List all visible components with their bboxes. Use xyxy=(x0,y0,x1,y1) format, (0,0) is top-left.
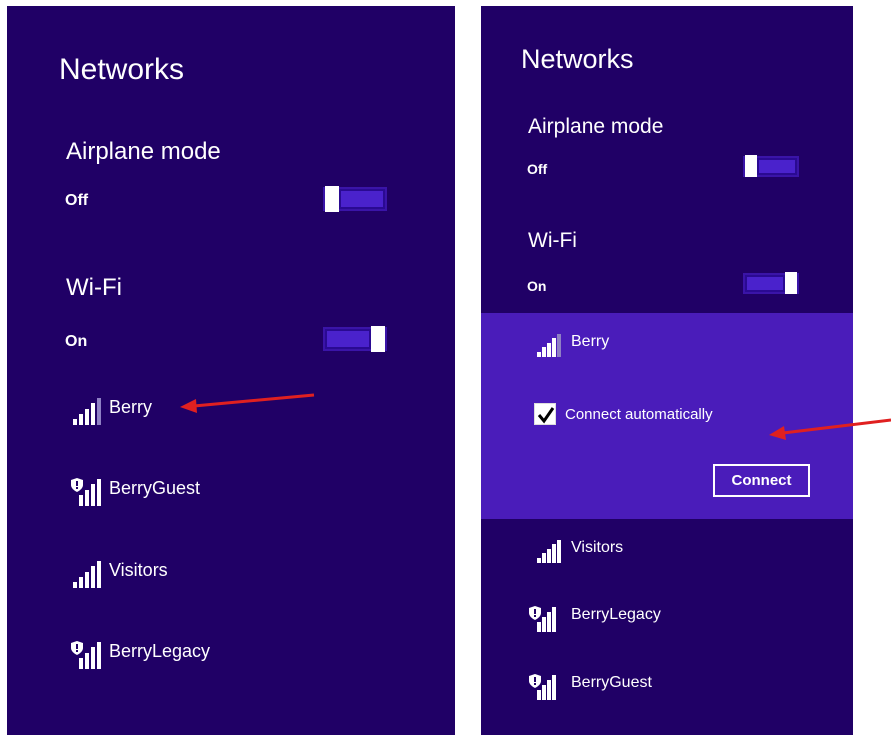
wifi-state: On xyxy=(65,333,88,350)
network-item-berrylegacy[interactable]: BerryLegacy xyxy=(71,641,210,669)
airplane-mode-label: Airplane mode xyxy=(66,138,221,165)
shield-warning-icon xyxy=(529,606,541,620)
airplane-mode-toggle[interactable] xyxy=(323,186,387,212)
connect-automatically-label: Connect automatically xyxy=(565,405,713,423)
airplane-mode-state: Off xyxy=(65,192,89,209)
toggle-thumb xyxy=(371,326,385,352)
network-item-berryguest[interactable]: BerryGuest xyxy=(71,478,200,506)
toggle-track xyxy=(327,331,369,347)
panel-title: Networks xyxy=(521,44,634,74)
wifi-signal-icon xyxy=(535,539,571,563)
checkmark-icon xyxy=(537,407,555,424)
connect-button[interactable]: Connect xyxy=(713,464,810,497)
networks-panel-left: Networks Airplane mode Off Wi-Fi On Berr… xyxy=(7,6,455,735)
wifi-state: On xyxy=(527,278,547,294)
wifi-label: Wi-Fi xyxy=(528,229,577,252)
network-item-berryguest[interactable]: BerryGuest xyxy=(529,674,652,700)
screenshot-stage: Networks Airplane mode Off Wi-Fi On Berr… xyxy=(0,0,891,735)
network-name: BerryGuest xyxy=(571,674,652,691)
wifi-signal-icon xyxy=(535,333,571,357)
network-name: BerryLegacy xyxy=(109,641,211,661)
network-item-berry[interactable]: Berry xyxy=(535,333,609,357)
toggle-thumb xyxy=(745,155,757,177)
panel-title: Networks xyxy=(59,53,185,86)
wifi-signal-icon xyxy=(71,560,109,588)
selected-network-panel[interactable]: Berry Connect automatically Connect xyxy=(481,313,853,519)
toggle-track xyxy=(341,191,383,207)
network-name: Visitors xyxy=(571,539,624,556)
network-name: Berry xyxy=(571,333,610,350)
network-name: BerryGuest xyxy=(109,478,201,498)
wifi-toggle[interactable] xyxy=(323,326,387,352)
network-name: Berry xyxy=(109,397,153,417)
network-item-visitors[interactable]: Visitors xyxy=(535,539,623,563)
airplane-mode-toggle[interactable] xyxy=(743,155,799,177)
toggle-thumb xyxy=(325,186,339,212)
wifi-signal-icon xyxy=(71,397,109,425)
network-item-berrylegacy[interactable]: BerryLegacy xyxy=(529,606,661,632)
connect-automatically-checkbox[interactable] xyxy=(534,403,556,425)
toggle-track xyxy=(759,160,795,173)
networks-panel-right: Networks Airplane mode Off Wi-Fi On Berr… xyxy=(481,6,853,735)
connect-automatically-checkbox-row[interactable]: Connect automatically xyxy=(534,403,713,425)
wifi-signal-secured-icon xyxy=(529,606,571,632)
network-name: Visitors xyxy=(109,560,168,580)
network-name: BerryLegacy xyxy=(571,606,661,623)
wifi-signal-secured-icon xyxy=(529,674,571,700)
toggle-track xyxy=(747,277,783,290)
wifi-label: Wi-Fi xyxy=(66,274,122,301)
shield-warning-icon xyxy=(71,641,83,655)
wifi-signal-secured-icon xyxy=(71,478,109,506)
shield-warning-icon xyxy=(71,478,83,492)
wifi-toggle[interactable] xyxy=(743,272,799,294)
network-item-visitors[interactable]: Visitors xyxy=(71,560,168,588)
airplane-mode-state: Off xyxy=(527,161,548,177)
shield-warning-icon xyxy=(529,674,541,688)
wifi-signal-secured-icon xyxy=(71,641,109,669)
network-item-berry[interactable]: Berry xyxy=(71,397,152,425)
toggle-thumb xyxy=(785,272,797,294)
airplane-mode-label: Airplane mode xyxy=(528,115,664,138)
